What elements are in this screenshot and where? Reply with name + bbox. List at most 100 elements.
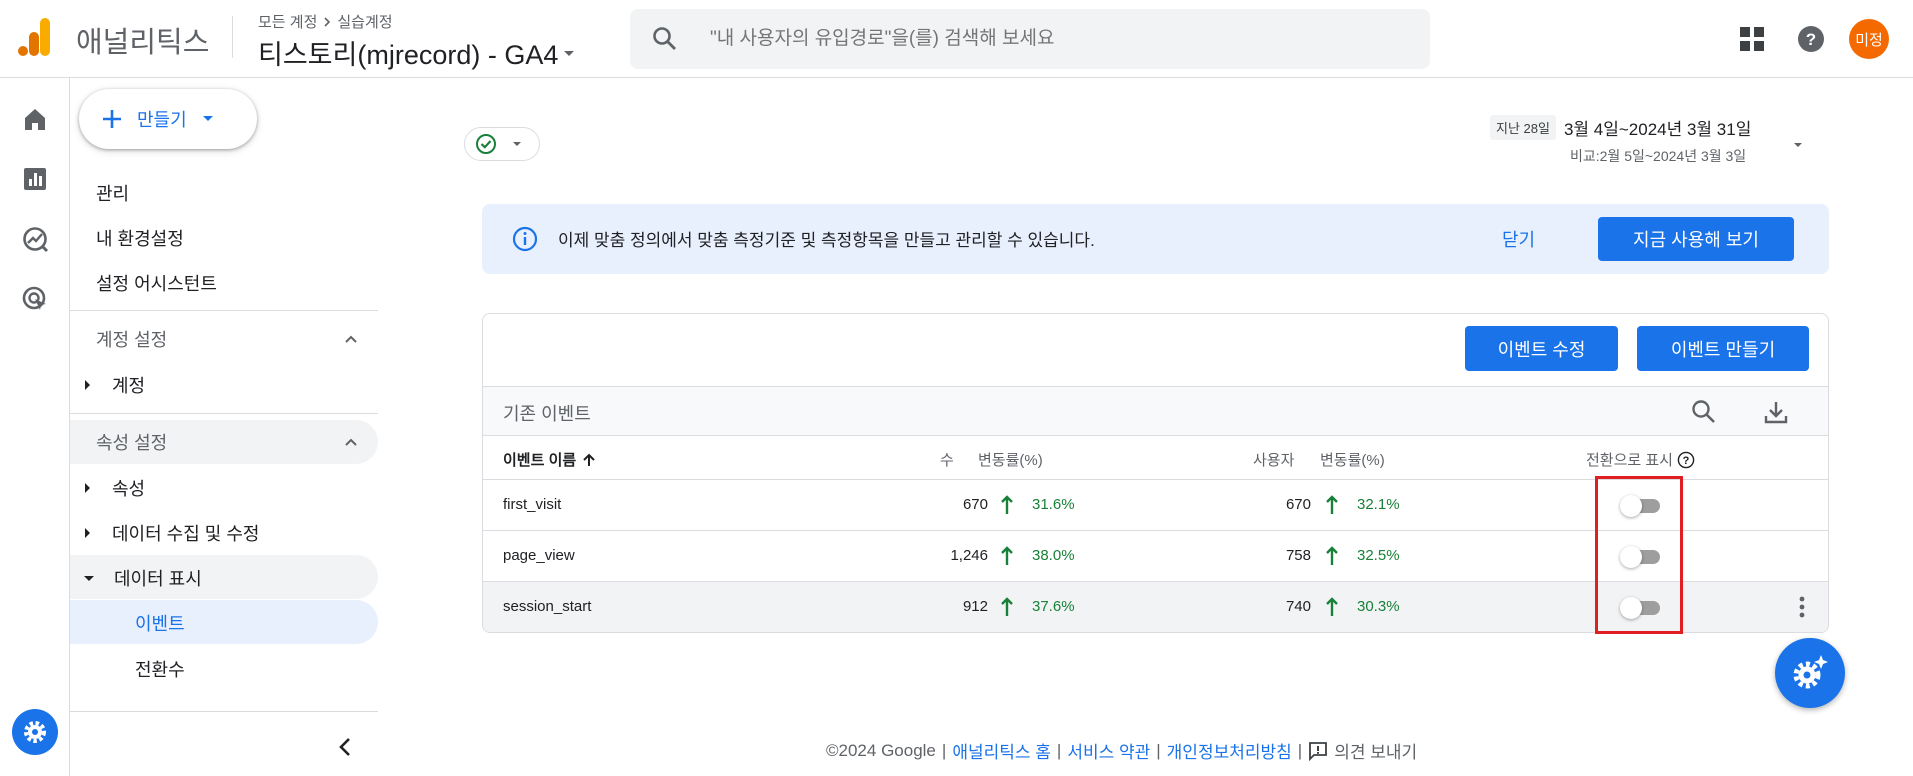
feedback-icon bbox=[1308, 741, 1328, 761]
column-header-users-change[interactable]: 변동률(%) bbox=[1320, 449, 1385, 470]
event-count: 670 bbox=[962, 496, 988, 513]
count-change: 31.6% bbox=[1032, 496, 1075, 513]
left-rail bbox=[0, 78, 70, 776]
download-icon[interactable] bbox=[1763, 399, 1789, 425]
date-range-picker[interactable]: 지난 28일 3월 4일~2024년 3월 31일 비교:2월 5일~2024년… bbox=[1490, 115, 1810, 166]
nav-divider bbox=[70, 711, 378, 712]
chevron-left-icon bbox=[337, 737, 353, 757]
nav-item-account[interactable]: 계정 bbox=[85, 372, 145, 398]
nav-item-setup-assistant[interactable]: 설정 어시스턴트 bbox=[96, 270, 217, 296]
nav-item-label: 데이터 수집 및 수정 bbox=[112, 524, 260, 544]
event-name[interactable]: page_view bbox=[503, 547, 575, 564]
advertising-icon[interactable] bbox=[20, 284, 50, 314]
footer-link-analytics-home[interactable]: 애널리틱스 홈 bbox=[952, 738, 1051, 763]
column-header-conversion: 전환으로 표시 ? bbox=[1586, 449, 1695, 470]
arrow-up-icon bbox=[1325, 596, 1339, 618]
insights-fab[interactable] bbox=[1775, 638, 1845, 708]
edit-event-button[interactable]: 이벤트 수정 bbox=[1465, 326, 1618, 371]
dropdown-arrow-icon bbox=[562, 46, 576, 60]
nav-item-conversions[interactable]: 전환수 bbox=[135, 656, 185, 682]
table-title-bar: 기존 이벤트 bbox=[483, 386, 1828, 436]
nav-divider bbox=[70, 310, 378, 311]
create-button-label: 만들기 bbox=[137, 110, 187, 130]
search-icon bbox=[652, 26, 678, 52]
help-icon[interactable]: ? bbox=[1677, 451, 1695, 469]
footer-link-privacy[interactable]: 개인정보처리방침 bbox=[1167, 738, 1292, 763]
nav-item-label: 데이터 표시 bbox=[114, 569, 202, 589]
column-header-count-change[interactable]: 변동률(%) bbox=[978, 449, 1043, 470]
nav-item-property[interactable]: 속성 bbox=[85, 475, 145, 501]
nav-item-data-collection[interactable]: 데이터 수집 및 수정 bbox=[85, 520, 259, 546]
event-name[interactable]: first_visit bbox=[503, 496, 561, 513]
feedback-label: 의견 보내기 bbox=[1334, 743, 1418, 762]
home-icon[interactable] bbox=[20, 104, 50, 134]
arrow-up-icon bbox=[1000, 545, 1014, 567]
reports-icon[interactable] bbox=[20, 164, 50, 194]
users-change: 32.5% bbox=[1357, 547, 1400, 564]
nav-item-events-active-bg bbox=[70, 600, 378, 644]
chevron-up-icon bbox=[344, 332, 358, 346]
breadcrumb[interactable]: 모든 계정 실습계정 bbox=[258, 11, 393, 32]
event-name[interactable]: session_start bbox=[503, 598, 591, 615]
date-preset-badge: 지난 28일 bbox=[1490, 115, 1556, 140]
check-circle-icon bbox=[475, 133, 497, 155]
count-change: 37.6% bbox=[1032, 598, 1075, 615]
breadcrumb-account[interactable]: 실습계정 bbox=[337, 11, 392, 32]
column-header-label: 이벤트 이름 bbox=[503, 452, 577, 469]
column-header-event-name[interactable]: 이벤트 이름 bbox=[503, 449, 596, 470]
explore-icon[interactable] bbox=[20, 224, 50, 254]
analytics-logo-icon[interactable] bbox=[18, 18, 50, 56]
footer: ©2024 Google | 애널리틱스 홈 | 서비스 약관 | 개인정보처리… bbox=[826, 738, 1417, 763]
admin-settings-icon[interactable] bbox=[12, 709, 58, 755]
arrow-up-icon bbox=[1325, 545, 1339, 567]
apps-grid-icon[interactable] bbox=[1740, 27, 1764, 51]
gear-sparkle-icon bbox=[1790, 653, 1830, 693]
search-input[interactable] bbox=[710, 9, 1410, 69]
expand-arrow-icon bbox=[85, 483, 90, 493]
property-selector[interactable]: 티스토리(mjrecord) - GA4 bbox=[258, 33, 576, 72]
footer-separator: | bbox=[1056, 740, 1062, 760]
send-feedback-link[interactable]: 의견 보내기 bbox=[1308, 738, 1417, 763]
column-header-users[interactable]: 사용자 bbox=[1253, 449, 1294, 470]
more-vert-icon[interactable] bbox=[1799, 596, 1805, 618]
status-filter-chip[interactable] bbox=[464, 127, 540, 161]
column-header-count[interactable]: 수 bbox=[940, 449, 954, 470]
user-count: 670 bbox=[1285, 496, 1311, 513]
nav-item-preferences[interactable]: 내 환경설정 bbox=[96, 225, 184, 251]
avatar[interactable]: 미정 bbox=[1849, 19, 1889, 59]
create-button[interactable]: 만들기 bbox=[79, 89, 257, 149]
arrow-up-icon bbox=[1000, 494, 1014, 516]
banner-dismiss-link[interactable]: 닫기 bbox=[1502, 226, 1535, 252]
nav-item-events[interactable]: 이벤트 bbox=[135, 610, 185, 636]
collapse-arrow-icon bbox=[84, 575, 94, 581]
dropdown-arrow-icon bbox=[511, 138, 523, 150]
create-event-button[interactable]: 이벤트 만들기 bbox=[1637, 326, 1809, 371]
nav-section-property-settings[interactable]: 속성 설정 bbox=[70, 420, 378, 464]
property-name: 티스토리(mjrecord) - GA4 bbox=[258, 40, 559, 70]
users-change: 30.3% bbox=[1357, 598, 1400, 615]
search-icon[interactable] bbox=[1691, 399, 1717, 425]
count-change: 38.0% bbox=[1032, 547, 1075, 564]
event-count: 912 bbox=[962, 598, 988, 615]
compare-range-text: 비교:2월 5일~2024년 3월 3일 bbox=[1570, 148, 1747, 164]
date-range-text: 3월 4일~2024년 3월 31일 bbox=[1563, 120, 1752, 139]
collapse-nav-button[interactable] bbox=[330, 732, 360, 762]
nav-section-label: 속성 설정 bbox=[96, 433, 168, 453]
help-icon[interactable]: ? bbox=[1797, 25, 1825, 53]
nav-item-admin[interactable]: 관리 bbox=[96, 180, 129, 206]
arrow-up-icon bbox=[1325, 494, 1339, 516]
search-bar[interactable] bbox=[630, 9, 1430, 69]
table-header-row: 이벤트 이름 수 변동률(%) 사용자 변동률(%) 전환으로 표시 ? bbox=[483, 436, 1828, 480]
user-count: 758 bbox=[1285, 547, 1311, 564]
event-count: 1,246 bbox=[950, 547, 988, 564]
info-banner: 이제 맞춤 정의에서 맞춤 측정기준 및 측정항목을 만들고 관리할 수 있습니… bbox=[482, 204, 1829, 274]
copyright: ©2024 Google bbox=[826, 740, 936, 760]
chevron-up-icon bbox=[344, 435, 358, 449]
nav-section-account-settings[interactable]: 계정 설정 bbox=[70, 317, 378, 361]
footer-link-terms[interactable]: 서비스 약관 bbox=[1067, 738, 1150, 763]
header-divider bbox=[232, 16, 233, 58]
breadcrumb-account-group[interactable]: 모든 계정 bbox=[258, 11, 317, 32]
nav-item-data-display[interactable]: 데이터 표시 bbox=[84, 565, 202, 591]
svg-text:?: ? bbox=[1683, 455, 1690, 467]
try-now-button[interactable]: 지금 사용해 보기 bbox=[1598, 217, 1794, 261]
